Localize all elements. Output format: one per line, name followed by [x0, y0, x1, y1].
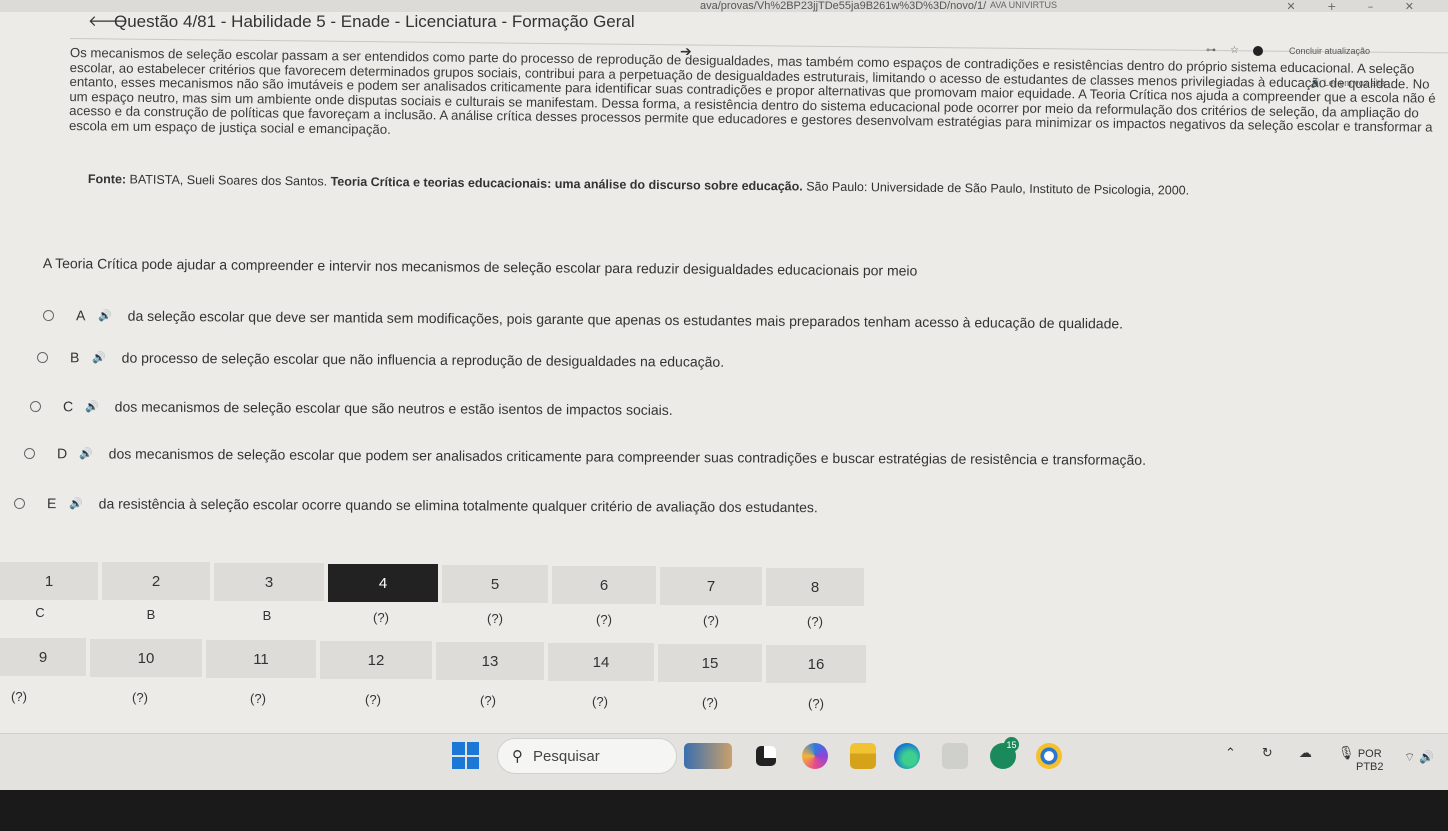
nav-answer-14: (?) [592, 693, 608, 709]
nav-question-7[interactable]: 7 [660, 567, 762, 605]
nav-question-11[interactable]: 11 [206, 640, 316, 678]
nav-answer-6: (?) [596, 611, 612, 627]
source-title: Teoria Crítica e teorias educacionais: u… [330, 174, 803, 194]
chrome-icon[interactable] [1036, 743, 1062, 769]
conclude-button[interactable]: Concluir atualização [1289, 46, 1370, 56]
cloud-icon[interactable]: ☁ [1299, 746, 1312, 761]
browser-tab[interactable]: AVA UNIVIRTUS [990, 0, 1057, 10]
nav-answer-11: (?) [250, 690, 266, 706]
radio-button[interactable] [42, 309, 55, 321]
speaker-icon[interactable]: 🔊 [69, 497, 83, 510]
option-letter: E [46, 495, 57, 512]
nav-question-14[interactable]: 14 [548, 643, 654, 681]
passage-text: Os mecanismos de seleção escolar passam … [68, 45, 1436, 137]
speaker-icon[interactable]: 🔊 [85, 400, 99, 413]
nav-question-9[interactable]: 9 [0, 638, 86, 676]
nav-answer-5: (?) [487, 610, 503, 626]
nav-answer-3: B [262, 607, 272, 623]
link-icon[interactable]: ⊶ [1206, 45, 1216, 56]
nav-answer-7: (?) [703, 612, 719, 628]
option-text: da seleção escolar que deve ser mantida … [127, 307, 1124, 332]
nav-question-15[interactable]: 15 [658, 644, 762, 682]
star-icon[interactable]: ☆ [1230, 45, 1239, 56]
window-controls[interactable]: ✕ + – ✕ [1286, 0, 1428, 13]
header-actions: ⊶ ☆ Concluir atualização [1206, 45, 1370, 56]
option-letter: D [56, 445, 68, 462]
option-letter: B [69, 349, 80, 366]
nav-question-1[interactable]: 1 [0, 562, 98, 600]
option-a[interactable]: A 🔊 da seleção escolar que deve ser mant… [42, 307, 1124, 332]
search-label: Pesquisar [533, 747, 600, 765]
source-publisher: São Paulo: Universidade de São Paulo, In… [806, 179, 1190, 198]
url-text[interactable]: ava/provas/Vh%2BP23jjTDe55ja9B261w%3D%3D… [700, 0, 986, 12]
option-e[interactable]: E 🔊 da resistência à seleção escolar oco… [13, 495, 818, 516]
browser-chrome: ava/provas/Vh%2BP23jjTDe55ja9B261w%3D%3D… [0, 0, 1448, 13]
nav-question-2[interactable]: 2 [102, 562, 210, 600]
nav-answer-2: B [146, 606, 156, 622]
nav-question-5[interactable]: 5 [442, 565, 548, 603]
sync-icon[interactable]: ↻ [1262, 746, 1273, 761]
screen: ava/provas/Vh%2BP23jjTDe55ja9B261w%3D%3D… [0, 0, 1448, 790]
source-author: BATISTA, Sueli Soares dos Santos. [129, 172, 328, 189]
keyboard-layout: PTB2 [1356, 761, 1384, 773]
edge-icon[interactable] [894, 743, 920, 769]
taskbar: ⚲ Pesquisar 15 ⌃ ↻ ☁ 🎙 POR PTB2 ⌔ 🔊 [0, 733, 1448, 790]
nav-answer-9: (?) [11, 688, 27, 704]
nav-question-8[interactable]: 8 [766, 568, 864, 606]
option-letter: A [75, 307, 86, 324]
notification-badge: 15 [1004, 737, 1019, 752]
nav-question-4[interactable]: 4 [328, 564, 438, 602]
speaker-icon[interactable]: 🔊 [92, 351, 106, 364]
option-text: dos mecanismos de seleção escolar que sã… [114, 398, 673, 418]
nav-question-13[interactable]: 13 [436, 642, 544, 680]
nav-question-3[interactable]: 3 [214, 563, 324, 601]
chevron-up-icon[interactable]: ⌃ [1225, 746, 1236, 761]
nav-answer-12: (?) [365, 691, 381, 707]
nav-question-12[interactable]: 12 [320, 641, 432, 679]
radio-button[interactable] [13, 497, 26, 509]
copilot-icon[interactable] [802, 743, 828, 769]
record-icon[interactable] [1252, 45, 1263, 56]
option-text: da resistência à seleção escolar ocorre … [98, 495, 818, 516]
radio-button[interactable] [29, 400, 42, 412]
nav-answer-1: C [35, 604, 45, 620]
radio-button[interactable] [23, 447, 36, 459]
nav-answer-16: (?) [808, 695, 824, 711]
task-view-icon[interactable] [756, 746, 776, 766]
language-code: POR [1357, 748, 1382, 760]
question-prompt: A Teoria Crítica pode ajudar a compreend… [42, 255, 918, 279]
widgets-icon[interactable] [684, 743, 732, 769]
option-b[interactable]: B 🔊 do processo de seleção escolar que n… [36, 349, 725, 370]
question-navigator: 1 2 3 4 5 6 7 8 C B B (?) (?) (?) (?) (?… [0, 560, 866, 716]
source-label: Fonte: [87, 172, 127, 187]
nav-answer-13: (?) [480, 692, 496, 708]
nav-answer-15: (?) [702, 694, 718, 710]
windows-start-icon[interactable] [452, 742, 479, 769]
source-citation: Fonte: BATISTA, Sueli Soares dos Santos.… [88, 172, 1388, 200]
radio-button[interactable] [36, 351, 49, 363]
option-text: do processo de seleção escolar que não i… [121, 349, 725, 370]
speaker-icon[interactable]: 🔊 [79, 447, 93, 460]
network-volume-icon[interactable]: ⌔ 🔊 [1404, 750, 1434, 765]
nav-answer-8: (?) [807, 613, 823, 629]
nav-answer-4: (?) [373, 609, 389, 625]
option-text: dos mecanismos de seleção escolar que po… [108, 445, 1147, 468]
microphone-icon[interactable]: 🎙 [1338, 746, 1355, 761]
nav-question-16[interactable]: 16 [766, 645, 866, 683]
option-d[interactable]: D 🔊 dos mecanismos de seleção escolar qu… [23, 445, 1147, 468]
nav-question-10[interactable]: 10 [90, 639, 202, 677]
option-letter: C [62, 398, 74, 415]
option-c[interactable]: C 🔊 dos mecanismos de seleção escolar qu… [29, 398, 673, 418]
speaker-icon[interactable]: 🔊 [98, 309, 112, 322]
system-tray: ⌃ ↻ ☁ 🎙 [1225, 746, 1354, 761]
nav-question-6[interactable]: 6 [552, 566, 656, 604]
file-explorer-icon[interactable] [850, 743, 876, 769]
nav-answer-10: (?) [132, 689, 148, 705]
question-title: Questão 4/81 - Habilidade 5 - Enade - Li… [114, 12, 635, 31]
search-icon: ⚲ [512, 747, 523, 765]
taskbar-search[interactable]: ⚲ Pesquisar [497, 738, 677, 774]
store-icon[interactable] [942, 743, 968, 769]
language-indicator[interactable]: POR PTB2 [1356, 748, 1384, 774]
